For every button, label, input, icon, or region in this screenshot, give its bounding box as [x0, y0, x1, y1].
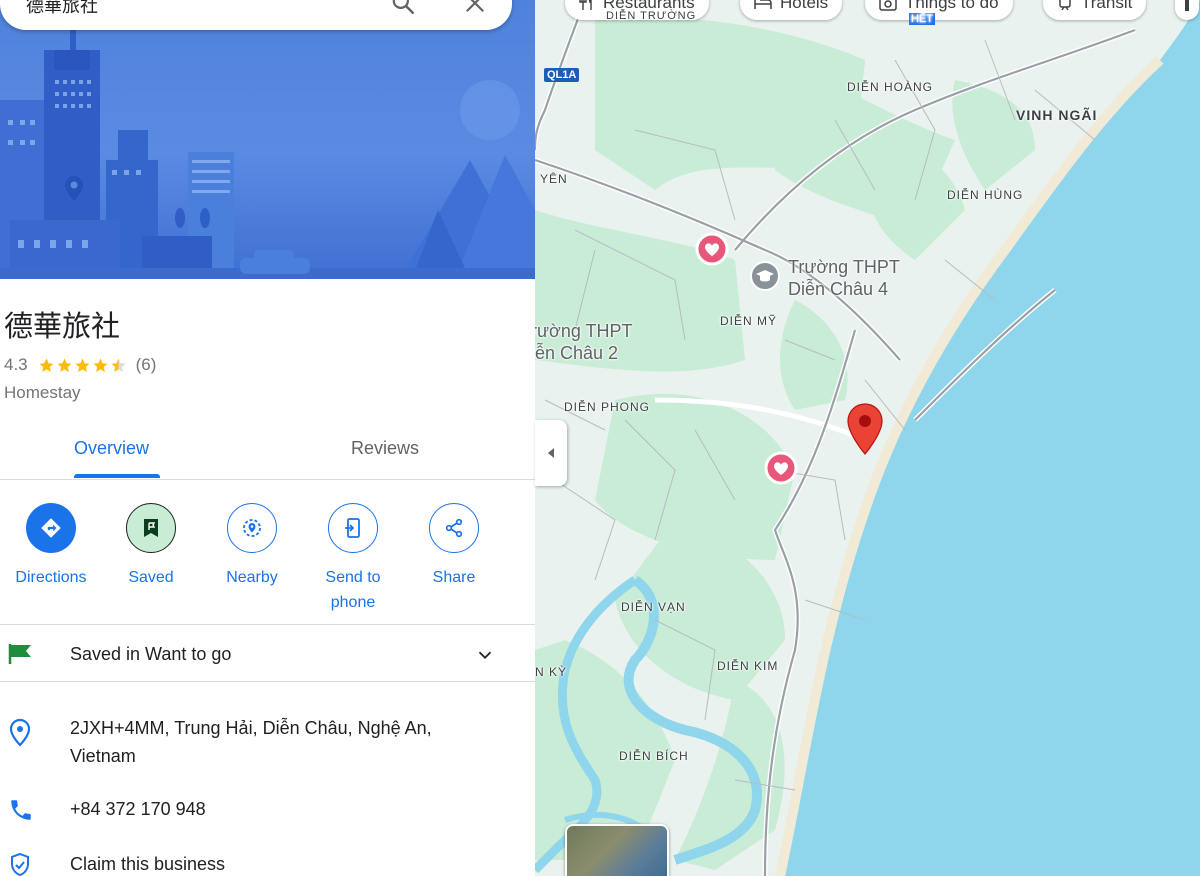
saved-button[interactable]: Saved [101, 503, 201, 590]
rating-row[interactable]: 4.3 (6) [4, 355, 156, 375]
review-count[interactable]: (6) [136, 355, 157, 375]
poi-1-line1: Trường THPT [788, 257, 900, 277]
label-ky: N KỲ [535, 665, 568, 679]
action-buttons: Directions Saved Nearby Send to phone Sh… [0, 481, 535, 625]
phone-row[interactable]: +84 372 170 948 [0, 795, 535, 825]
chip-things-to-do-label: Things to do [905, 0, 999, 12]
nearby-label: Nearby [226, 569, 278, 586]
chevron-down-icon[interactable] [474, 644, 496, 671]
saved-place-marker[interactable] [764, 451, 798, 490]
heart-icon [695, 232, 729, 266]
share-label: Share [432, 569, 476, 586]
red-pin-icon [847, 403, 883, 455]
claim-business-text: Claim this business [70, 854, 226, 874]
label-dien-hoang: DIỄN HOÀNG [847, 80, 934, 94]
poi-2-line2: iễn Châu 2 [535, 343, 619, 363]
label-dien-van: DIỄN VẠN [621, 600, 686, 614]
directions-label: Directions [15, 569, 87, 586]
rating-value: 4.3 [4, 355, 28, 374]
satellite-layer-toggle[interactable] [565, 824, 669, 876]
label-yen: YÊN [540, 172, 568, 186]
bookmark-icon [126, 503, 176, 553]
poi-school-label-2[interactable]: rường THPT iễn Châu 2 [535, 320, 633, 364]
shield-check-icon [8, 852, 32, 876]
star-icon [75, 357, 90, 372]
tab-reviews[interactable]: Reviews [351, 438, 419, 459]
restaurant-icon [579, 0, 592, 10]
chip-things-to-do[interactable]: Things to do [865, 0, 1013, 20]
directions-icon [26, 503, 76, 553]
phone-icon [8, 797, 34, 828]
search-box[interactable]: 德華旅社 [0, 0, 512, 30]
road-shield-ql1a: QL1A [544, 68, 580, 82]
nearby-button[interactable]: Nearby [202, 503, 302, 590]
star-icon [57, 357, 72, 372]
label-dien-truong: DIỄN TRƯỜNG [606, 10, 697, 22]
saved-label: Saved [128, 569, 174, 586]
claim-business-row[interactable]: Claim this business [0, 850, 535, 876]
hotel-icon [754, 0, 772, 9]
selected-place-pin[interactable] [846, 403, 884, 460]
school-icon [750, 261, 780, 291]
map-view[interactable]: QL1A Restaurants Hotels Things to do Tra… [535, 0, 1200, 876]
place-category[interactable]: Homestay [4, 383, 81, 403]
star-icon [93, 357, 108, 372]
rating-stars [38, 357, 128, 374]
directions-button[interactable]: Directions [1, 503, 101, 590]
more-icon [1185, 0, 1189, 11]
label-het: HẾT [909, 13, 935, 25]
label-vinh-ngai: VINH NGÃI [1016, 107, 1098, 123]
saved-place-marker[interactable] [695, 232, 729, 271]
address-row[interactable]: 2JXH+4MM, Trung Hải, Diễn Châu, Nghệ An,… [0, 714, 535, 774]
poi-school-marker[interactable] [749, 260, 781, 297]
flag-icon [8, 642, 34, 671]
chip-transit-label: Transit [1081, 0, 1133, 12]
send-to-phone-button[interactable]: Send to phone [303, 503, 403, 615]
active-tab-indicator [74, 474, 160, 478]
close-icon[interactable] [462, 0, 488, 21]
send-to-phone-icon [328, 503, 378, 553]
label-dien-hung: DIỄN HÙNG [947, 188, 1024, 202]
tab-bar: Overview Reviews [0, 420, 535, 480]
poi-1-line2: Diễn Châu 4 [788, 279, 889, 299]
share-button[interactable]: Share [404, 503, 504, 590]
share-icon [429, 503, 479, 553]
chip-transit[interactable]: Transit [1043, 0, 1147, 20]
label-dien-bich: DIỄN BÍCH [619, 749, 689, 763]
send-to-phone-label: Send to phone [325, 569, 381, 611]
search-icon[interactable] [390, 0, 416, 21]
star-icon [39, 357, 54, 372]
hero-illustration [0, 0, 535, 279]
location-pin-icon [8, 718, 32, 753]
chip-hotels[interactable]: Hotels [740, 0, 843, 20]
poi-school-label-1[interactable]: Trường THPT Diễn Châu 4 [788, 256, 900, 300]
heart-icon [764, 451, 798, 485]
place-title: 德華旅社 [4, 309, 121, 343]
nearby-icon [227, 503, 277, 553]
saved-list-label: Saved in Want to go [70, 644, 232, 664]
phone-text: +84 372 170 948 [70, 799, 206, 819]
train-icon [1059, 0, 1071, 11]
address-text: 2JXH+4MM, Trung Hải, Diễn Châu, Nghệ An,… [70, 718, 432, 766]
saved-list-row[interactable]: Saved in Want to go [0, 626, 535, 682]
city-illustration [0, 30, 535, 279]
label-dien-phong: DIỄN PHONG [564, 400, 651, 414]
search-query[interactable]: 德華旅社 [26, 0, 98, 18]
collapse-panel-button[interactable] [535, 420, 567, 486]
tab-overview[interactable]: Overview [74, 438, 149, 459]
label-dien-my: DIỄN MỸ [720, 314, 778, 328]
half-star-icon [111, 357, 126, 372]
poi-2-line1: rường THPT [535, 321, 633, 341]
place-panel: 德華旅社 德華旅社 4.3 (6) Homestay Overview Revi… [0, 0, 535, 876]
camera-icon [879, 0, 897, 11]
caret-left-icon [548, 448, 554, 458]
chip-hotels-label: Hotels [780, 0, 829, 12]
label-dien-kim: DIỄN KIM [717, 659, 779, 673]
